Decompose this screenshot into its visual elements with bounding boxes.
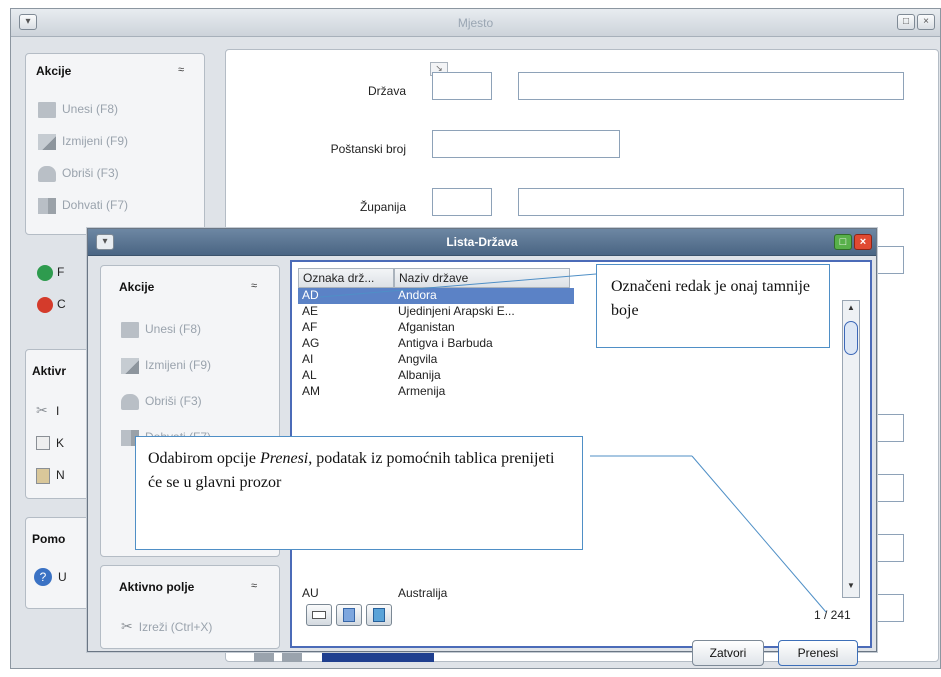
selected-row-connector [319,273,597,298]
selected-row-callout: Označeni redak je onaj tamnije boje [596,264,830,348]
transfer-connector-d [691,455,827,613]
transfer-callout-pre: Odabirom opcije [148,450,260,467]
transfer-callout: Odabirom opcije Prenesi, podatak iz pomo… [135,436,583,550]
transfer-callout-emphasis: Prenesi [259,450,309,467]
